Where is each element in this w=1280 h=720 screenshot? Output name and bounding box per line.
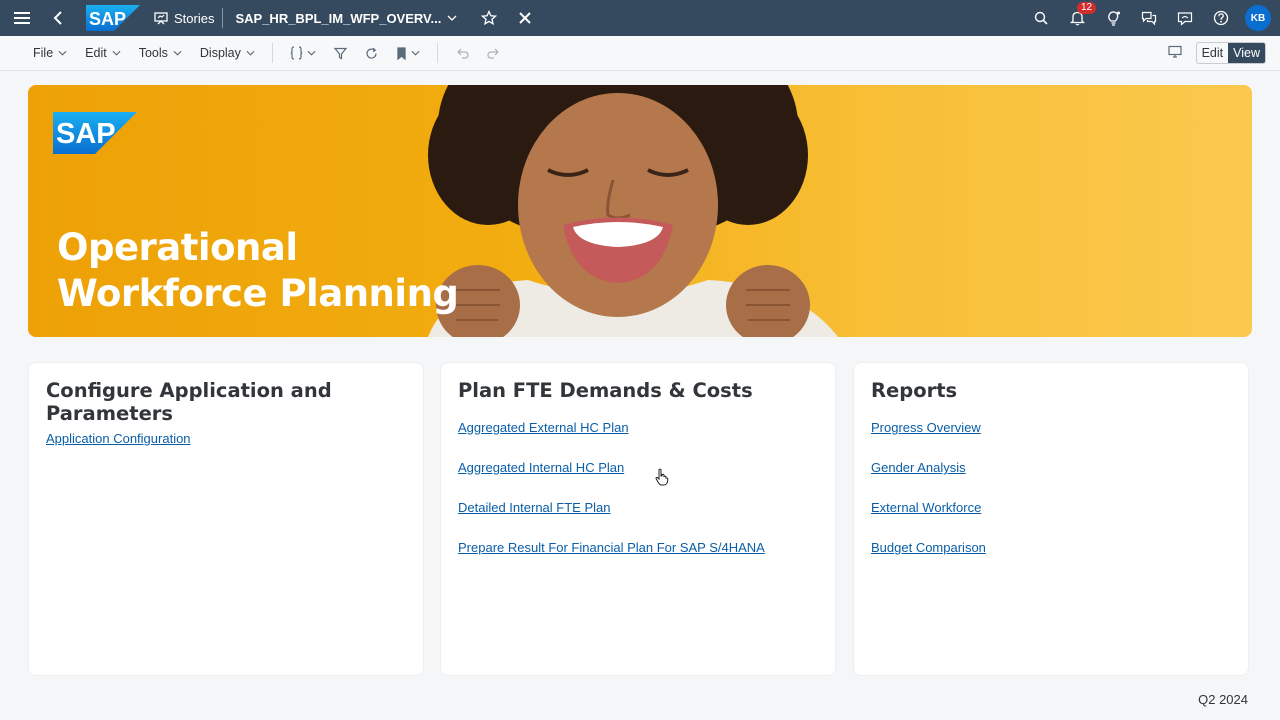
- smiling-woman-illustration: [428, 85, 838, 337]
- filter-icon: [333, 47, 347, 59]
- sap-logo-text: SAP: [89, 9, 126, 29]
- link-list: Progress Overview Gender Analysis Extern…: [871, 420, 1231, 580]
- chevron-down-icon: [411, 50, 420, 56]
- period-label: Q2 2024: [1198, 692, 1248, 707]
- menu-icon[interactable]: [4, 0, 40, 36]
- sap-hero-logo-text: SAP: [56, 118, 116, 150]
- hand-cursor-icon: [655, 468, 669, 486]
- notification-count-badge: 12: [1077, 2, 1097, 14]
- edit-view-toggle: Edit View: [1195, 42, 1266, 64]
- undo-icon: [457, 48, 469, 59]
- presentation-icon: [154, 12, 168, 25]
- back-icon[interactable]: [40, 0, 76, 36]
- redo-icon: [487, 48, 499, 59]
- user-avatar[interactable]: KB: [1245, 5, 1271, 31]
- link-list: Application Configuration: [46, 431, 406, 471]
- help-icon[interactable]: [1203, 0, 1239, 36]
- view-mode-button[interactable]: View: [1228, 43, 1265, 63]
- refresh-button[interactable]: [356, 47, 387, 60]
- configure-card: Configure Application and Parameters App…: [28, 362, 424, 676]
- reports-card: Reports Progress Overview Gender Analysi…: [853, 362, 1249, 676]
- file-menu-label: File: [33, 46, 54, 60]
- refresh-icon: [366, 47, 377, 59]
- divider: [271, 43, 273, 63]
- favorite-star-icon[interactable]: [471, 0, 507, 36]
- divider: [222, 8, 224, 28]
- display-menu-label: Display: [199, 46, 241, 60]
- hero-title-line2: Workforce Planning: [57, 272, 459, 315]
- feedback-icon[interactable]: [1167, 0, 1203, 36]
- link-list: Aggregated External HC Plan Aggregated I…: [458, 420, 818, 580]
- card-title: Plan FTE Demands & Costs: [458, 379, 753, 402]
- plan-fte-card: Plan FTE Demands & Costs Aggregated Exte…: [440, 362, 836, 676]
- link-progress-overview[interactable]: Progress Overview: [871, 420, 1231, 460]
- chevron-down-icon: [112, 50, 121, 56]
- hero-banner: SAP Operational Workforce Planning: [28, 85, 1252, 337]
- story-title-dropdown[interactable]: SAP_HR_BPL_IM_WFP_OVERV...: [235, 11, 457, 26]
- story-title: SAP_HR_BPL_IM_WFP_OVERV...: [235, 10, 442, 26]
- chevron-down-icon: [58, 50, 67, 56]
- divider: [436, 43, 438, 63]
- card-title: Configure Application and Parameters: [46, 379, 332, 425]
- link-budget-comparison[interactable]: Budget Comparison: [871, 540, 1231, 580]
- shell-bar: SAP Stories SAP_HR_BPL_IM_WFP_OVERV... 1…: [0, 0, 1280, 36]
- chevron-down-icon: [246, 50, 255, 56]
- link-external-workforce[interactable]: External Workforce: [871, 500, 1231, 540]
- formula-braces-button[interactable]: [281, 46, 325, 60]
- stories-label: Stories: [174, 10, 215, 26]
- bookmark-button[interactable]: [387, 46, 429, 60]
- card-title: Reports: [871, 379, 958, 402]
- redo-button[interactable]: [478, 47, 510, 59]
- link-aggregated-internal-hc-plan[interactable]: Aggregated Internal HC Plan: [458, 460, 818, 500]
- link-prepare-financial-plan[interactable]: Prepare Result For Financial Plan For SA…: [458, 540, 818, 580]
- edit-menu-label: Edit: [85, 46, 107, 60]
- link-gender-analysis[interactable]: Gender Analysis: [871, 460, 1231, 500]
- hero-title-line1: Operational: [57, 226, 298, 269]
- chevron-down-icon: [307, 50, 316, 56]
- bookmark-icon: [397, 46, 406, 60]
- hero-title: Operational Workforce Planning: [57, 225, 459, 317]
- chevron-down-icon: [173, 50, 182, 56]
- notifications-bell-icon[interactable]: 12: [1059, 0, 1097, 36]
- undo-button[interactable]: [446, 47, 478, 59]
- device-preview-icon[interactable]: [1167, 45, 1182, 61]
- edit-menu[interactable]: Edit: [76, 46, 130, 60]
- filter-button[interactable]: [325, 47, 356, 60]
- file-menu[interactable]: File: [24, 46, 76, 60]
- sap-logo[interactable]: SAP: [86, 5, 140, 31]
- link-detailed-internal-fte-plan[interactable]: Detailed Internal FTE Plan: [458, 500, 818, 540]
- stories-button[interactable]: Stories: [154, 11, 214, 26]
- search-icon[interactable]: [1023, 0, 1059, 36]
- link-aggregated-external-hc-plan[interactable]: Aggregated External HC Plan: [458, 420, 818, 460]
- tools-menu[interactable]: Tools: [130, 46, 191, 60]
- edit-mode-button[interactable]: Edit: [1197, 43, 1229, 63]
- discussions-icon[interactable]: [1131, 0, 1167, 36]
- braces-icon: [290, 46, 303, 60]
- link-application-configuration[interactable]: Application Configuration: [46, 431, 406, 471]
- display-menu[interactable]: Display: [191, 46, 264, 60]
- close-icon[interactable]: [507, 0, 543, 36]
- toolbar: File Edit Tools Display Edit View: [0, 36, 1280, 71]
- lightbulb-icon[interactable]: [1095, 0, 1131, 36]
- tools-menu-label: Tools: [138, 46, 168, 60]
- sap-hero-logo: SAP: [53, 112, 137, 154]
- chevron-down-icon: [447, 15, 457, 21]
